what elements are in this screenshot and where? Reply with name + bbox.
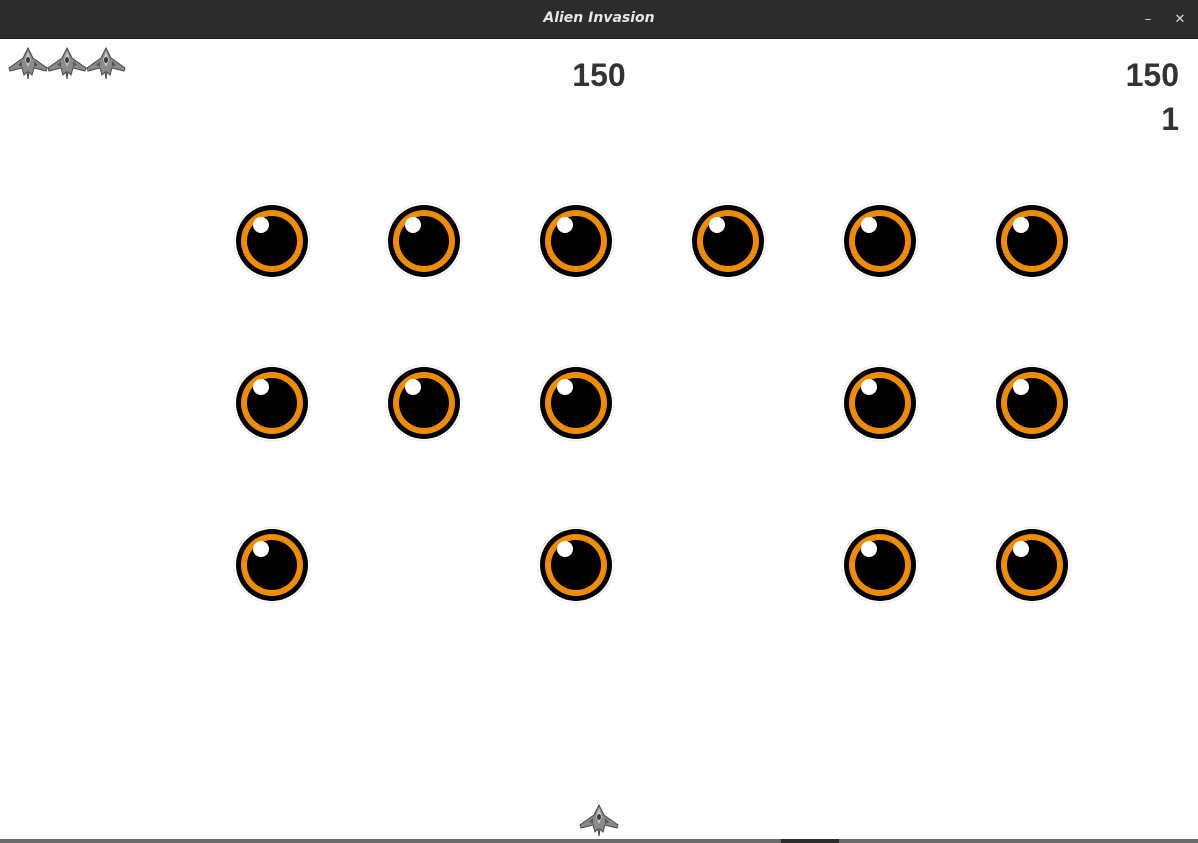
alien-eye-icon (841, 202, 919, 280)
alien-eye-icon (841, 364, 919, 442)
life-ship-icon (47, 47, 87, 81)
alien-eye-icon (993, 526, 1071, 604)
window-bottom-edge (0, 839, 1198, 843)
minimize-button[interactable]: – (1137, 9, 1159, 31)
alien-eye-icon (537, 202, 615, 280)
title-bar: Alien Invasion – ✕ (0, 0, 1198, 39)
level-display: 1 (1161, 101, 1179, 137)
bottom-edge-segment (781, 839, 839, 843)
alien-eye-icon (385, 364, 463, 442)
alien-eye-icon (233, 526, 311, 604)
alien-eye-icon (537, 526, 615, 604)
alien-eye-icon (233, 364, 311, 442)
game-canvas[interactable]: 150 150 1 (0, 39, 1198, 839)
close-button[interactable]: ✕ (1169, 9, 1191, 31)
life-ship-icon (86, 47, 126, 81)
window-title: Alien Invasion (543, 10, 655, 26)
alien-eye-icon (993, 364, 1071, 442)
alien-eye-icon (233, 202, 311, 280)
alien-eye-icon (993, 202, 1071, 280)
alien-eye-icon (385, 202, 463, 280)
player-ship-icon (579, 804, 619, 838)
alien-eye-icon (689, 202, 767, 280)
life-ship-icon (8, 47, 48, 81)
alien-eye-icon (841, 526, 919, 604)
high-score-display: 150 (1125, 57, 1179, 93)
alien-eye-icon (537, 364, 615, 442)
score-display: 150 (572, 57, 626, 93)
